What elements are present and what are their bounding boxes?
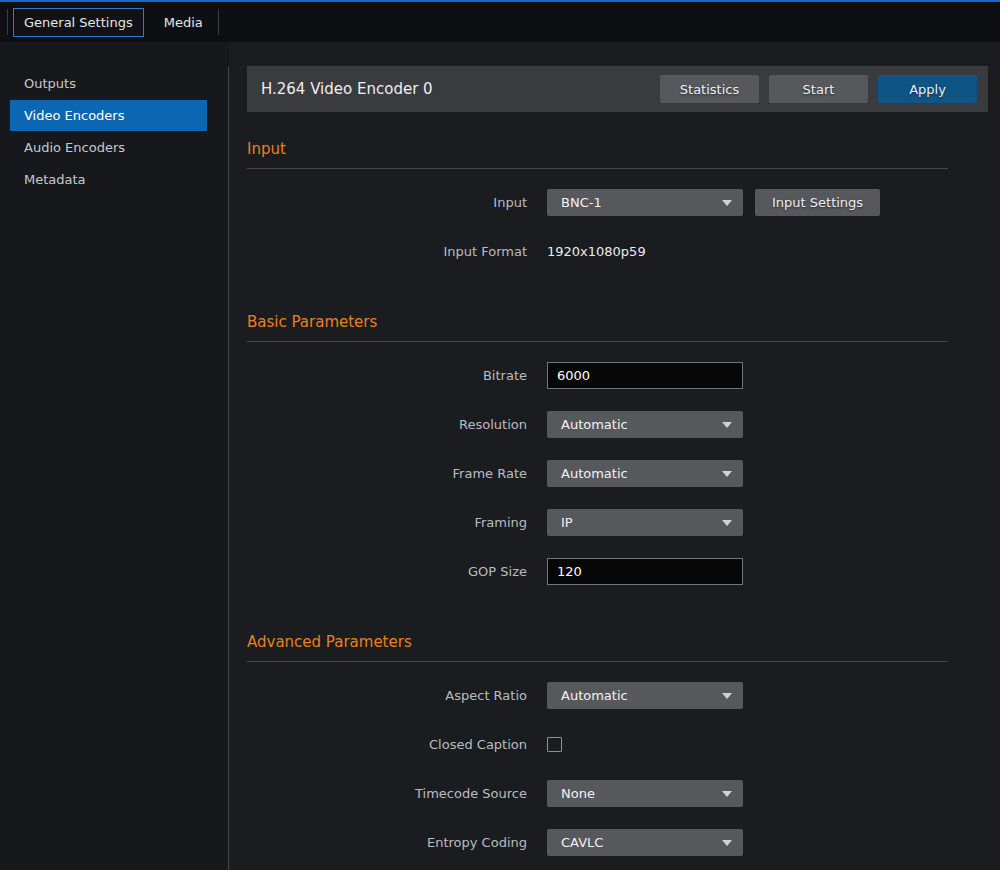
basic-parameters-section: Basic Parameters Bitrate Resolution Auto… <box>247 313 948 585</box>
main-panel: H.264 Video Encoder 0 Statistics Start A… <box>229 42 1000 870</box>
input-format-value: 1920x1080p59 <box>547 244 646 259</box>
aspect-ratio-label: Aspect Ratio <box>247 688 547 703</box>
top-tab-bar: General Settings Media <box>0 0 1000 42</box>
advanced-parameters-section: Advanced Parameters Aspect Ratio Automat… <box>247 633 948 856</box>
input-section: Input Input BNC-1 Input Settings Input F… <box>247 140 948 265</box>
section-divider <box>247 168 948 169</box>
closed-caption-checkbox[interactable] <box>547 737 562 752</box>
sidebar-item-audio-encoders[interactable]: Audio Encoders <box>10 132 207 163</box>
tab-media[interactable]: Media <box>154 9 213 36</box>
sidebar: Outputs Video Encoders Audio Encoders Me… <box>0 42 229 870</box>
apply-button[interactable]: Apply <box>878 75 977 103</box>
closed-caption-label: Closed Caption <box>247 737 547 752</box>
section-title-basic-parameters: Basic Parameters <box>247 313 948 331</box>
framing-select[interactable]: IP <box>547 509 743 536</box>
sidebar-item-outputs[interactable]: Outputs <box>10 68 207 99</box>
section-divider <box>247 661 948 662</box>
resolution-select-value: Automatic <box>561 417 628 432</box>
resolution-select[interactable]: Automatic <box>547 411 743 438</box>
entropy-coding-label: Entropy Coding <box>247 835 547 850</box>
section-divider <box>247 341 948 342</box>
input-settings-button[interactable]: Input Settings <box>755 189 880 216</box>
bitrate-input[interactable] <box>547 362 743 389</box>
entropy-coding-select-value: CAVLC <box>561 835 603 850</box>
frame-rate-select[interactable]: Automatic <box>547 460 743 487</box>
aspect-ratio-select[interactable]: Automatic <box>547 682 743 709</box>
statistics-button[interactable]: Statistics <box>660 75 759 103</box>
framing-label: Framing <box>247 515 547 530</box>
entropy-coding-select[interactable]: CAVLC <box>547 829 743 856</box>
gop-size-label: GOP Size <box>247 564 547 579</box>
input-select-value: BNC-1 <box>561 195 602 210</box>
tab-general-settings[interactable]: General Settings <box>13 8 144 37</box>
resolution-label: Resolution <box>247 417 547 432</box>
gop-size-input[interactable] <box>547 558 743 585</box>
input-label: Input <box>247 195 547 210</box>
section-title-input: Input <box>247 140 948 158</box>
panel-header: H.264 Video Encoder 0 Statistics Start A… <box>247 66 988 112</box>
start-button[interactable]: Start <box>769 75 868 103</box>
sidebar-item-video-encoders[interactable]: Video Encoders <box>10 100 207 131</box>
timecode-source-select-value: None <box>561 786 595 801</box>
input-select[interactable]: BNC-1 <box>547 189 743 216</box>
timecode-source-label: Timecode Source <box>247 786 547 801</box>
aspect-ratio-select-value: Automatic <box>561 688 628 703</box>
page-title: H.264 Video Encoder 0 <box>261 80 650 98</box>
frame-rate-label: Frame Rate <box>247 466 547 481</box>
bitrate-label: Bitrate <box>247 368 547 383</box>
section-title-advanced-parameters: Advanced Parameters <box>247 633 948 651</box>
frame-rate-select-value: Automatic <box>561 466 628 481</box>
framing-select-value: IP <box>561 515 573 530</box>
timecode-source-select[interactable]: None <box>547 780 743 807</box>
tab-separator <box>218 9 219 35</box>
sidebar-item-metadata[interactable]: Metadata <box>10 164 207 195</box>
tab-separator <box>7 9 8 35</box>
input-format-label: Input Format <box>247 244 547 259</box>
